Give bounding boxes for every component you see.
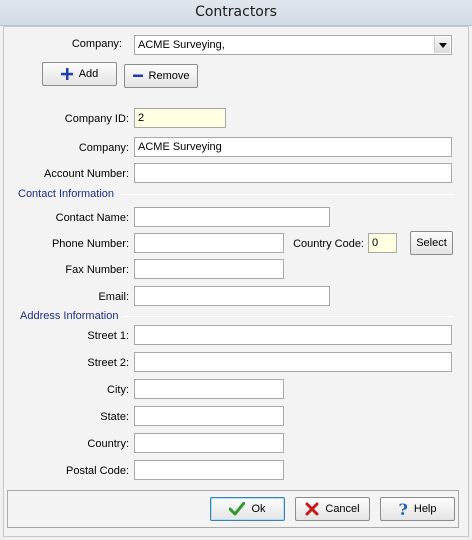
company-dropdown-value: ACME Surveying,: [138, 39, 225, 51]
help-button-label: Help: [413, 503, 437, 515]
contact-name-field[interactable]: [134, 207, 330, 227]
address-section-heading: Address Information: [20, 310, 124, 322]
country-code-field[interactable]: 0: [368, 233, 397, 253]
ok-button-label: Ok: [251, 503, 266, 515]
help-button[interactable]: ? Help: [380, 497, 455, 521]
add-button[interactable]: Add: [42, 62, 117, 86]
contact-section-heading: Contact Information: [18, 188, 119, 200]
state-field[interactable]: [134, 406, 284, 426]
select-button-label: Select: [416, 237, 447, 249]
cancel-button[interactable]: Cancel: [295, 497, 370, 521]
address-section-divider: [118, 316, 454, 317]
phone-number-field[interactable]: [134, 233, 284, 253]
select-country-code-button[interactable]: Select: [410, 231, 453, 255]
ok-button[interactable]: Ok: [210, 497, 285, 521]
fax-number-field[interactable]: [134, 259, 284, 279]
country-code-label: Country Code:: [293, 238, 364, 250]
city-field[interactable]: [134, 379, 284, 399]
postal-code-field[interactable]: [134, 460, 284, 480]
chevron-down-icon[interactable]: [434, 37, 450, 53]
minus-icon: [132, 74, 143, 78]
company-id-field[interactable]: 2: [134, 108, 226, 128]
question-mark-icon: ?: [398, 499, 408, 519]
country-label: Country:: [87, 438, 129, 450]
city-label: City:: [107, 384, 129, 396]
street2-label: Street 2:: [87, 357, 129, 369]
account-number-label: Account Number:: [44, 168, 129, 180]
add-button-label: Add: [78, 68, 99, 80]
email-field[interactable]: [134, 286, 330, 306]
email-label: Email:: [98, 291, 129, 303]
street1-label: Street 1:: [87, 330, 129, 342]
fax-number-label: Fax Number:: [65, 264, 129, 276]
contact-name-label: Contact Name:: [55, 212, 129, 224]
checkmark-icon: [229, 502, 246, 516]
window-title: Contractors: [0, 0, 472, 26]
postal-code-label: Postal Code:: [66, 465, 129, 477]
remove-button-label: Remove: [148, 70, 190, 82]
cancel-button-label: Cancel: [325, 503, 360, 515]
company-name-label: Company:: [78, 142, 129, 154]
company-selector-label: Company:: [71, 38, 122, 50]
contact-section-divider: [118, 194, 454, 195]
company-name-field[interactable]: ACME Surveying: [134, 137, 452, 157]
cancel-x-icon: [305, 502, 319, 516]
account-number-field[interactable]: [134, 163, 452, 183]
street2-field[interactable]: [134, 352, 452, 372]
phone-number-label: Phone Number:: [51, 238, 129, 250]
state-label: State:: [100, 411, 129, 423]
company-dropdown[interactable]: ACME Surveying,: [134, 35, 452, 55]
country-field[interactable]: [134, 433, 284, 453]
company-id-label: Company ID:: [64, 113, 129, 125]
remove-button[interactable]: Remove: [124, 64, 198, 88]
street1-field[interactable]: [134, 325, 452, 345]
plus-icon: [60, 68, 73, 80]
